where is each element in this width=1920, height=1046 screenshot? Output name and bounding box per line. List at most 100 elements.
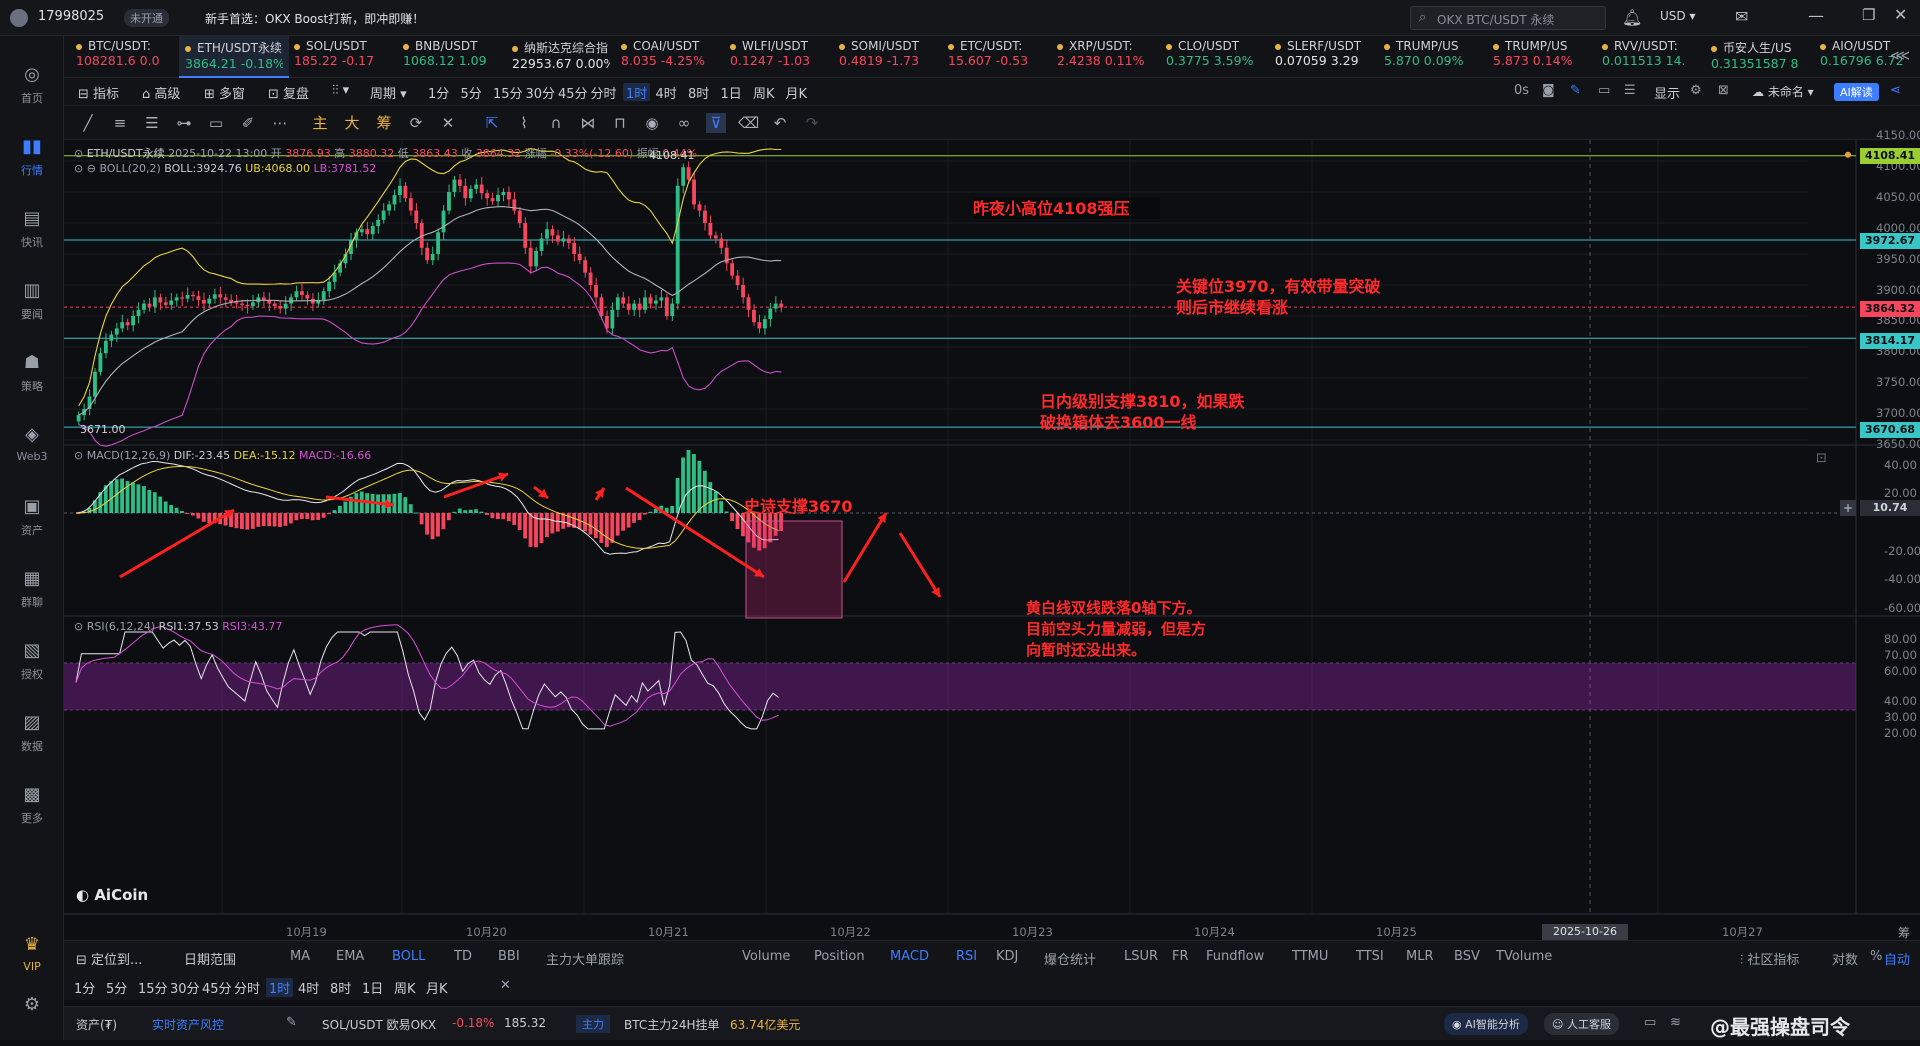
pen-icon[interactable]: ✎	[1570, 83, 1581, 101]
trash-tool-icon[interactable]: ⌫	[738, 113, 759, 133]
kline-chart[interactable]	[64, 140, 1920, 940]
trendline-tool-icon[interactable]: ╱	[78, 113, 98, 133]
brush-tool-icon[interactable]: ✐	[238, 113, 258, 133]
indicator-tab[interactable]: BSV	[1454, 949, 1480, 964]
annotation-support-3670[interactable]: 史诗支撑3670	[744, 496, 853, 517]
sidebar-item-strategy[interactable]: ☗ 策略	[0, 344, 64, 404]
eye-icon[interactable]: ⊙	[74, 449, 83, 462]
ticker-item[interactable]: SOMI/USDT 0.4819 -1.73	[833, 36, 943, 78]
visibility-tool-icon[interactable]: ◉	[642, 113, 662, 133]
assets-label[interactable]: 资产(₮)	[76, 1016, 117, 1033]
sidebar-item-data[interactable]: ▨ 数据	[0, 704, 64, 764]
indicator-tab[interactable]: KDJ	[996, 949, 1018, 964]
sliders-icon[interactable]: ☰	[1624, 83, 1636, 101]
period-row-button[interactable]: 5分	[106, 978, 127, 997]
add-icon[interactable]: +	[1840, 500, 1856, 516]
period-row-button[interactable]: 分时	[234, 978, 260, 997]
magnet-tool-icon[interactable]: ∩	[546, 113, 566, 133]
cursor-tool-icon[interactable]: ⇱	[482, 113, 502, 133]
indicator-tab[interactable]: EMA	[336, 949, 364, 964]
sidebar-item-market[interactable]: ▮▮ 行情	[0, 128, 64, 188]
ticker-more-icon[interactable]: ⋘	[1890, 48, 1910, 64]
currency-select[interactable]: USD ▾	[1660, 9, 1695, 23]
period-row-button[interactable]: 1日	[362, 978, 383, 997]
message-icon[interactable]: ▭	[1644, 1015, 1656, 1030]
ticker-item[interactable]: SLERF/USDT 0.07059 3.29	[1269, 36, 1379, 78]
ai-analysis-button[interactable]: ◉ AI智能分析	[1444, 1013, 1528, 1035]
risk-control-link[interactable]: 实时资产风控	[152, 1016, 224, 1033]
ticker-item[interactable]: BTC/USDT: 108281.6 0.0	[70, 36, 180, 78]
sidebar-item-chat[interactable]: ▦ 群聊	[0, 560, 64, 620]
advanced-button[interactable]: ⌂ 高级	[142, 83, 180, 102]
eye-icon[interactable]: ⊙	[74, 147, 83, 160]
indicator-tab[interactable]: MACD	[890, 949, 929, 964]
account-status-badge[interactable]: 未开通	[124, 9, 169, 27]
replay-button[interactable]: ⊡ 复盘	[268, 83, 309, 102]
sidebar-item-news[interactable]: ▥ 要闻	[0, 272, 64, 332]
community-indicator-button[interactable]: ⫶ 社区指标	[1740, 949, 1799, 968]
indicator-tab[interactable]: Position	[814, 949, 865, 964]
close-icon[interactable]: ✕	[1894, 5, 1907, 24]
period-row-button[interactable]: 月K	[426, 978, 448, 997]
channel-tool-icon[interactable]: ☰	[142, 113, 162, 133]
link-tool-icon[interactable]: ∞	[674, 113, 694, 133]
ruler-tool-icon[interactable]: ⌇	[514, 113, 534, 133]
ai-interpret-button[interactable]: AI解读	[1834, 83, 1879, 101]
indicator-tab[interactable]: TTSI	[1356, 949, 1384, 964]
expand-pane-icon[interactable]: ⊡	[1816, 451, 1827, 466]
indicator-tab[interactable]: Volume	[742, 949, 790, 964]
indicator-tab[interactable]: 爆仓统计	[1044, 949, 1096, 968]
period-button[interactable]: 周K	[753, 83, 775, 102]
ticker-item[interactable]: ETC/USDT: 15.607 -0.53	[942, 36, 1052, 78]
ticker-item[interactable]: RVV/USDT: 0.011513 14.	[1596, 36, 1706, 78]
period-row-button[interactable]: 15分	[138, 978, 168, 997]
customer-service-button[interactable]: ☺ 人工客服	[1544, 1013, 1619, 1035]
display-toggle[interactable]: 显示	[1654, 83, 1680, 102]
hline-tool-icon[interactable]: ⊶	[174, 113, 194, 133]
eye-icon[interactable]: ⊙	[74, 162, 83, 175]
ticker-item[interactable]: BNB/USDT 1068.12 1.09	[397, 36, 507, 78]
avatar[interactable]	[10, 9, 28, 27]
settings-button[interactable]: ⚙	[0, 986, 64, 1046]
period-row-button[interactable]: 周K	[394, 978, 416, 997]
restore-icon[interactable]: ❐	[1862, 6, 1875, 24]
more-tools-icon[interactable]: ⋯	[270, 113, 290, 133]
period-row-button[interactable]: 8时	[330, 978, 351, 997]
indicator-tab[interactable]: MLR	[1406, 949, 1434, 964]
mail-icon[interactable]: ✉	[1735, 7, 1748, 26]
rect-tool-icon[interactable]: ▭	[206, 113, 226, 133]
date-range-button[interactable]: 日期范围	[184, 949, 236, 968]
period-button[interactable]: 1分	[428, 83, 449, 102]
indicator-tab[interactable]: TVolume	[1496, 949, 1552, 964]
sidebar-item-home[interactable]: ◎ 首页	[0, 56, 64, 116]
period-button[interactable]: 1时	[623, 83, 651, 102]
search-input[interactable]: ⌕ OKX BTC/USDT 永续	[1410, 6, 1606, 30]
multi-window-button[interactable]: ⊞ 多窗	[204, 83, 245, 102]
ticker-item[interactable]: 币安人生/US 0.31351587 8	[1705, 36, 1815, 78]
undo-icon[interactable]: ↶	[770, 113, 790, 133]
sidebar-item-web3[interactable]: ◈ Web3	[0, 416, 64, 476]
sidebar-item-flash[interactable]: ▤ 快讯	[0, 200, 64, 260]
big-order-button[interactable]: 大	[342, 113, 362, 133]
minimize-icon[interactable]: —	[1808, 6, 1824, 25]
layers-icon[interactable]: ▭	[1598, 83, 1610, 101]
close-period-icon[interactable]: ✕	[500, 978, 511, 993]
eye-icon[interactable]: ⊙	[74, 620, 83, 633]
ticker-item[interactable]: COAI/USDT 8.035 -4.25%	[615, 36, 725, 78]
layout-name-select[interactable]: ☁ 未命名 ▾	[1752, 83, 1814, 101]
indicator-tab[interactable]: RSI	[956, 949, 977, 964]
log-scale-toggle[interactable]: 对数	[1832, 949, 1858, 968]
period-button[interactable]: 30分	[526, 83, 556, 102]
chip-button[interactable]: 筹	[374, 113, 394, 133]
period-button[interactable]: 15分	[493, 83, 523, 102]
indicator-tab[interactable]: BBI	[498, 949, 520, 964]
main-force-button[interactable]: 主	[310, 113, 330, 133]
auto-scale-toggle[interactable]: 自动	[1884, 949, 1910, 968]
sidebar-item-more[interactable]: ▩ 更多	[0, 776, 64, 836]
locate-button[interactable]: ⊟ 定位到...	[76, 949, 142, 968]
ticker-item[interactable]: ETH/USDT永续 3864.21 -0.18%	[179, 36, 289, 78]
gear-settings-icon[interactable]: ⚙	[1690, 83, 1702, 101]
indicator-tab[interactable]: LSUR	[1124, 949, 1158, 964]
indicator-tab[interactable]: FR	[1172, 949, 1189, 964]
pattern-tool-icon[interactable]: ⋈	[578, 113, 598, 133]
